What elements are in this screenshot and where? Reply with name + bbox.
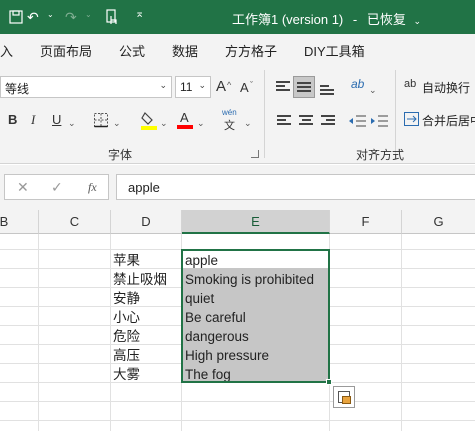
phonetic-guide-button[interactable]: wén 文: [222, 108, 240, 132]
font-size-combo[interactable]: 11 ⌄: [175, 76, 211, 98]
cell-d-2[interactable]: 禁止吸烟: [113, 270, 167, 289]
cell-d-3[interactable]: 安静: [113, 289, 140, 308]
align-center-icon[interactable]: [299, 115, 313, 127]
font-dialog-launcher-icon[interactable]: [251, 150, 259, 158]
cell-d-1[interactable]: 苹果: [113, 251, 140, 270]
borders-icon[interactable]: [93, 112, 109, 128]
ribbon-tabs: 入 页面布局 公式 数据 方方格子 DIY工具箱: [0, 34, 475, 64]
chevron-down-icon[interactable]: ⌄: [159, 80, 167, 91]
formula-bar: ✕ ✓ fx apple: [0, 165, 475, 210]
redo-dropdown-icon[interactable]: ⌄: [85, 10, 92, 19]
cell-d-6[interactable]: 高压: [113, 346, 140, 365]
grow-font-button[interactable]: A: [216, 78, 226, 96]
wrap-text-icon: ab: [404, 78, 417, 90]
chevron-down-icon[interactable]: ⌄: [197, 114, 205, 132]
alignment-group-label: 对齐方式: [356, 148, 405, 162]
align-top-icon[interactable]: [276, 81, 290, 93]
wrap-text-label: 自动换行: [422, 81, 471, 95]
fill-handle[interactable]: [326, 379, 332, 385]
chevron-down-icon[interactable]: ⌄: [244, 114, 252, 132]
selection-border: [181, 249, 330, 383]
phonetic-bottom: 文: [224, 120, 235, 132]
column-header-e[interactable]: E: [182, 210, 330, 234]
workbook-name: 工作簿1 (version 1): [232, 12, 344, 27]
shrink-font-button[interactable]: A: [240, 79, 249, 97]
align-middle-icon[interactable]: [297, 82, 311, 94]
formula-value: apple: [128, 180, 160, 195]
wrap-text-button[interactable]: ab 自动换行: [404, 78, 475, 98]
chevron-down-icon[interactable]: ⌄: [198, 80, 206, 91]
align-bottom-icon[interactable]: [320, 85, 334, 97]
column-header-c[interactable]: C: [39, 210, 111, 234]
merge-center-button[interactable]: 合并后居中: [404, 111, 475, 131]
tab-data[interactable]: 数据: [172, 41, 198, 60]
column-header-d-label: D: [141, 214, 151, 229]
column-header-c-label: C: [69, 214, 80, 229]
insert-function-icon[interactable]: fx: [88, 180, 97, 195]
grow-arrow-icon: ^: [227, 80, 232, 90]
align-left-icon[interactable]: [277, 115, 291, 127]
bold-button[interactable]: B: [8, 111, 17, 129]
title-chevron-icon[interactable]: ⌄: [413, 16, 421, 26]
tab-insert[interactable]: 入: [0, 41, 13, 60]
save-icon[interactable]: [8, 9, 24, 25]
chevron-down-icon[interactable]: ⌄: [160, 114, 168, 132]
group-divider: [264, 70, 265, 158]
window-title: 工作簿1 (version 1) - 已恢复 ⌄: [232, 9, 421, 28]
cancel-icon[interactable]: ✕: [17, 179, 29, 196]
font-name-combo[interactable]: 等线 ⌄: [0, 76, 172, 98]
column-header-f[interactable]: F: [330, 210, 402, 234]
formula-input[interactable]: apple: [116, 174, 475, 200]
orientation-icon[interactable]: ab: [351, 77, 364, 91]
cell-d-7[interactable]: 大雾: [113, 365, 140, 384]
quick-analysis-button[interactable]: [333, 386, 355, 408]
merge-center-label: 合并后居中: [422, 114, 475, 128]
phonetic-top: wén: [222, 108, 237, 117]
cell-d-4[interactable]: 小心: [113, 308, 140, 327]
chevron-down-icon[interactable]: ⌄: [113, 114, 121, 132]
italic-button[interactable]: I: [31, 111, 35, 129]
group-divider: [395, 70, 396, 158]
column-header-b[interactable]: B: [0, 210, 39, 234]
fill-color-icon[interactable]: [141, 110, 157, 130]
font-color-swatch: [177, 125, 193, 129]
cell-d-5[interactable]: 危险: [113, 327, 140, 346]
column-header-f-label: F: [361, 214, 370, 229]
tab-diy-toolbox[interactable]: DIY工具箱: [304, 41, 365, 60]
gridline: [0, 420, 475, 421]
undo-dropdown-icon[interactable]: ⌄: [47, 10, 54, 19]
column-header-e-label: E: [251, 214, 260, 229]
font-color-button[interactable]: A: [177, 109, 193, 129]
chevron-down-icon[interactable]: ⌄: [68, 114, 76, 132]
tab-page-layout[interactable]: 页面布局: [40, 41, 92, 60]
quick-analysis-icon-overlay: [342, 396, 351, 404]
underline-button[interactable]: U: [52, 111, 61, 129]
align-right-icon[interactable]: [321, 115, 335, 127]
column-header-g-label: G: [433, 214, 444, 229]
recovery-status: 已恢复: [366, 12, 406, 27]
column-header-d[interactable]: D: [111, 210, 182, 234]
column-header-g[interactable]: G: [402, 210, 475, 234]
tab-formulas[interactable]: 公式: [119, 41, 145, 60]
touch-mode-icon[interactable]: [104, 9, 120, 25]
customize-qat-icon[interactable]: ⌅: [135, 7, 144, 20]
title-separator: -: [352, 12, 358, 27]
increase-indent-icon[interactable]: [369, 114, 389, 128]
font-size-value: 11: [180, 80, 193, 94]
redo-icon[interactable]: ↷: [65, 8, 77, 26]
tab-fangfang[interactable]: 方方格子: [225, 41, 277, 60]
font-name-value: 等线: [5, 82, 30, 96]
column-header-b-label: B: [0, 214, 9, 229]
ribbon: 等线 ⌄ 11 ⌄ A ^ A ˇ B I U ⌄ ⌄ ⌄ A ⌄ wén 文 …: [0, 64, 475, 164]
merge-icon: [404, 112, 419, 126]
title-bar: ↶ ⌄ ↷ ⌄ ⌅ 工作簿1 (version 1) - 已恢复 ⌄: [0, 0, 475, 34]
chevron-down-icon[interactable]: ⌄: [369, 81, 377, 99]
formula-buttons: ✕ ✓ fx: [4, 174, 109, 200]
shrink-arrow-icon: ˇ: [250, 80, 253, 90]
gridline: [0, 401, 475, 402]
font-group-label: 字体: [108, 148, 133, 162]
undo-icon[interactable]: ↶: [27, 8, 39, 26]
decrease-indent-icon[interactable]: [347, 114, 367, 128]
confirm-icon[interactable]: ✓: [51, 179, 63, 196]
